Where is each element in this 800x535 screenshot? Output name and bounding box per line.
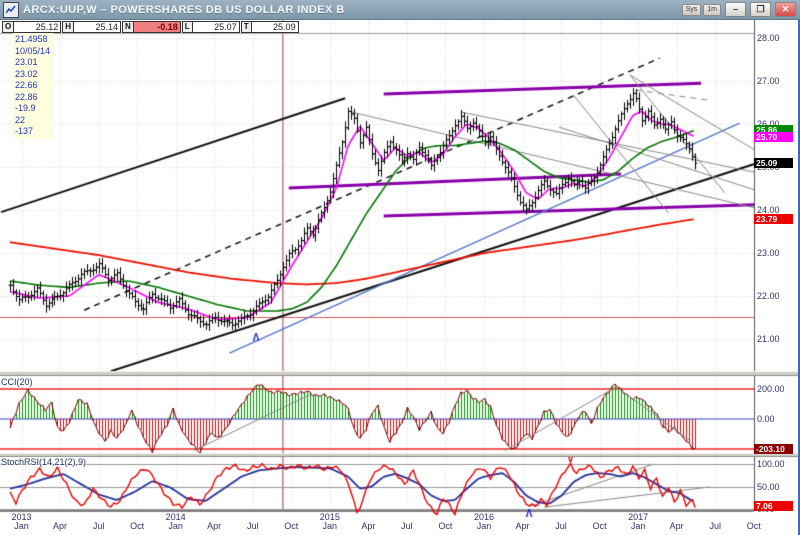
cci-tick-label: 200.00 bbox=[757, 384, 785, 394]
quote-field-value: 25.09 bbox=[252, 21, 299, 33]
x-tick-month: Apr bbox=[660, 521, 694, 531]
info-line: -137 bbox=[15, 126, 50, 138]
title-bar: ARCX:UUP,W – POWERSHARES DB US DOLLAR IN… bbox=[0, 0, 800, 20]
info-line: 22.66 bbox=[15, 80, 50, 92]
quote-field-label: N bbox=[122, 21, 134, 33]
x-tick-month: Jul bbox=[390, 521, 424, 531]
info-line: 21.4958 bbox=[15, 34, 50, 46]
quote-field-label: L bbox=[182, 21, 193, 33]
quote-field-value: -0.18 bbox=[134, 21, 181, 33]
price-tick-label: 28.00 bbox=[757, 33, 780, 43]
chart-canvas[interactable] bbox=[0, 20, 800, 535]
app-icon bbox=[3, 2, 19, 18]
info-line: -19.9 bbox=[15, 103, 50, 115]
price-tick-label: 23.00 bbox=[757, 248, 780, 258]
price-tick-label: 21.00 bbox=[757, 334, 780, 344]
x-tick-month: Oct bbox=[737, 521, 771, 531]
price-tag: 25.70 bbox=[754, 132, 793, 142]
x-tick-month: Oct bbox=[274, 521, 308, 531]
x-tick-month: Jan bbox=[313, 521, 347, 531]
quote-strip: O25.12H25.14N-0.18L25.07T25.09 bbox=[2, 21, 300, 33]
stoch-tick-label: 50.00 bbox=[757, 482, 780, 492]
price-tick-label: 27.00 bbox=[757, 76, 780, 86]
study-info-box: 21.495810/05/1423.0123.0222.6622.86-19.9… bbox=[13, 33, 54, 139]
info-line: 23.01 bbox=[15, 57, 50, 69]
x-tick-month: Oct bbox=[428, 521, 462, 531]
cci-value-tag: -203.10 bbox=[754, 444, 793, 454]
chart-icon bbox=[6, 5, 16, 15]
chart-window: ARCX:UUP,W – POWERSHARES DB US DOLLAR IN… bbox=[0, 0, 800, 535]
quote-field-label: O bbox=[2, 21, 14, 33]
x-tick-month: Jul bbox=[544, 521, 578, 531]
x-tick-month: Jan bbox=[159, 521, 193, 531]
x-tick-month: Jan bbox=[621, 521, 655, 531]
x-tick-month: Apr bbox=[197, 521, 231, 531]
quote-field-label: H bbox=[62, 21, 74, 33]
price-tick-label: 22.00 bbox=[757, 291, 780, 301]
maximize-button[interactable]: ❐ bbox=[750, 2, 771, 17]
quote-field-label: T bbox=[241, 21, 252, 33]
x-tick-month: Jan bbox=[5, 521, 39, 531]
info-line: 22 bbox=[15, 115, 50, 127]
quote-field-value: 25.14 bbox=[74, 21, 121, 33]
info-line: 10/05/14 bbox=[15, 46, 50, 58]
close-button[interactable]: ✕ bbox=[775, 2, 796, 17]
toolbar-button-sys[interactable]: Sys bbox=[682, 4, 702, 16]
info-line: 23.02 bbox=[15, 69, 50, 81]
chart-area: O25.12H25.14N-0.18L25.07T25.09 21.495810… bbox=[0, 20, 800, 535]
x-tick-month: Apr bbox=[506, 521, 540, 531]
x-tick-month: Apr bbox=[351, 521, 385, 531]
x-tick-month: Jul bbox=[236, 521, 270, 531]
stoch-value-tag: 7.06 bbox=[754, 501, 793, 511]
x-tick-month: Jul bbox=[698, 521, 732, 531]
x-tick-month: Oct bbox=[583, 521, 617, 531]
x-tick-month: Jan bbox=[467, 521, 501, 531]
x-tick-month: Oct bbox=[120, 521, 154, 531]
cci-tick-label: 0.00 bbox=[757, 414, 775, 424]
window-title: ARCX:UUP,W – POWERSHARES DB US DOLLAR IN… bbox=[23, 4, 345, 16]
info-line: 22.86 bbox=[15, 92, 50, 104]
price-tag: 25.09 bbox=[754, 158, 793, 168]
x-tick-month: Jul bbox=[82, 521, 116, 531]
stoch-tick-label: 100.00 bbox=[757, 459, 785, 469]
quote-field-value: 25.12 bbox=[14, 21, 61, 33]
titlebar-controls: Sys 1m – ❐ ✕ bbox=[682, 2, 800, 17]
minimize-button[interactable]: – bbox=[725, 2, 746, 17]
price-tag: 23.79 bbox=[754, 214, 793, 224]
quote-field-value: 25.07 bbox=[193, 21, 240, 33]
toolbar-button-1m[interactable]: 1m bbox=[703, 4, 721, 16]
x-tick-month: Apr bbox=[43, 521, 77, 531]
cci-panel-label: CCI(20) bbox=[1, 377, 33, 387]
stoch-panel-label: StochRSI(14,21(2),9) bbox=[1, 457, 86, 467]
